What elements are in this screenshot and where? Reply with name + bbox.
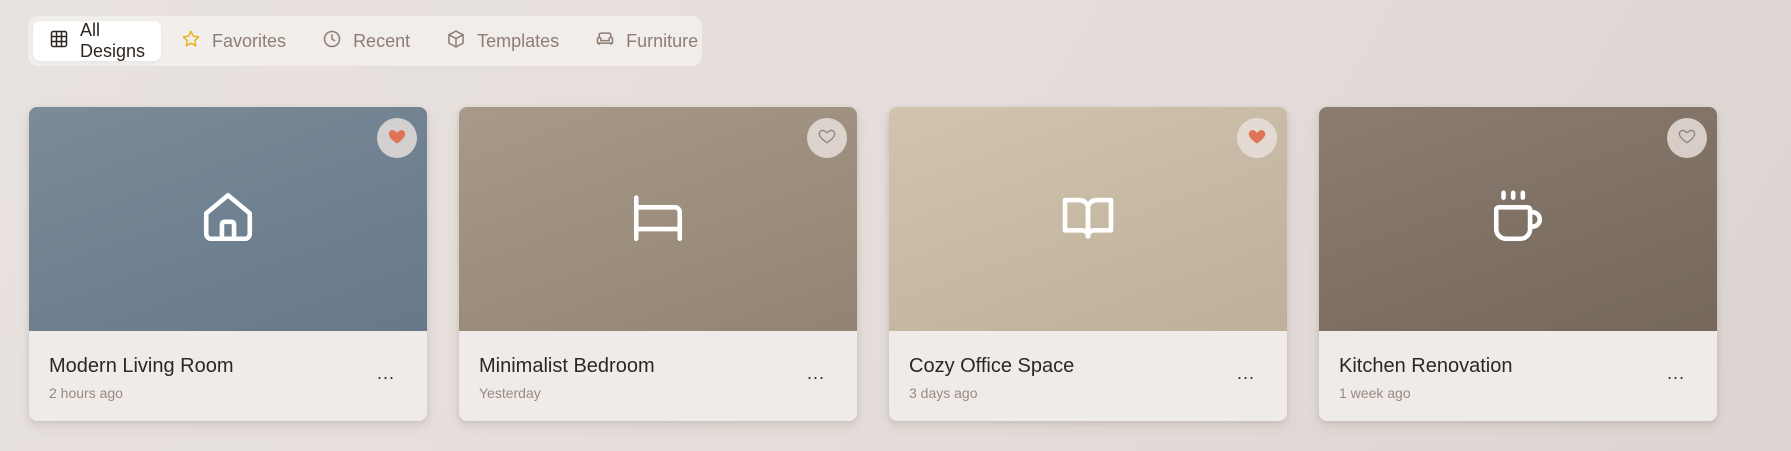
favorite-button[interactable] — [807, 118, 847, 158]
tab-recent[interactable]: Recent — [306, 21, 426, 61]
favorite-button[interactable] — [1667, 118, 1707, 158]
home-icon — [199, 188, 257, 251]
tab-templates[interactable]: Templates — [430, 21, 575, 61]
design-card[interactable]: Cozy Office Space 3 days ago ... — [889, 107, 1287, 421]
clock-icon — [322, 29, 342, 54]
card-timestamp: 3 days ago — [909, 385, 978, 401]
sofa-icon — [595, 29, 615, 54]
more-options-button[interactable]: ... — [1661, 361, 1691, 385]
heart-filled-icon — [1247, 126, 1267, 151]
card-thumbnail[interactable] — [459, 107, 857, 331]
cube-icon — [446, 29, 466, 54]
card-title: Minimalist Bedroom — [479, 355, 655, 377]
card-info: Cozy Office Space 3 days ago ... — [889, 331, 1287, 421]
design-card[interactable]: Modern Living Room 2 hours ago ... — [29, 107, 427, 421]
grid-icon — [49, 29, 69, 54]
card-timestamp: 2 hours ago — [49, 385, 123, 401]
card-info: Minimalist Bedroom Yesterday ... — [459, 331, 857, 421]
heart-outline-icon — [817, 126, 837, 151]
card-timestamp: Yesterday — [479, 385, 541, 401]
more-options-button[interactable]: ... — [371, 361, 401, 385]
bed-icon — [629, 188, 687, 251]
card-info: Modern Living Room 2 hours ago ... — [29, 331, 427, 421]
card-thumbnail[interactable] — [889, 107, 1287, 331]
card-info: Kitchen Renovation 1 week ago ... — [1319, 331, 1717, 421]
card-title: Cozy Office Space — [909, 355, 1075, 377]
card-thumbnail[interactable] — [1319, 107, 1717, 331]
tab-furniture[interactable]: Furniture — [579, 21, 714, 61]
design-filter-tabs: All Designs Favorites Recent Templates F… — [28, 16, 702, 66]
design-card[interactable]: Kitchen Renovation 1 week ago ... — [1319, 107, 1717, 421]
card-title: Kitchen Renovation — [1339, 355, 1513, 377]
tab-label: Favorites — [212, 30, 287, 51]
favorite-button[interactable] — [377, 118, 417, 158]
tab-label: Furniture — [626, 30, 699, 51]
heart-filled-icon — [387, 126, 407, 151]
star-icon — [181, 29, 201, 54]
tab-label: Recent — [353, 30, 411, 51]
heart-outline-icon — [1677, 126, 1697, 151]
tab-favorites[interactable]: Favorites — [165, 21, 302, 61]
tab-all-designs[interactable]: All Designs — [33, 20, 162, 61]
card-thumbnail[interactable] — [29, 107, 427, 331]
coffee-icon — [1489, 188, 1547, 251]
book-open-icon — [1059, 188, 1117, 251]
more-options-button[interactable]: ... — [1231, 361, 1261, 385]
favorite-button[interactable] — [1237, 118, 1277, 158]
card-title: Modern Living Room — [49, 355, 234, 377]
tab-label: All Designs — [80, 20, 146, 61]
card-timestamp: 1 week ago — [1339, 385, 1411, 401]
design-card-grid: Modern Living Room 2 hours ago ... Minim… — [29, 107, 1717, 421]
more-options-button[interactable]: ... — [801, 361, 831, 385]
design-card[interactable]: Minimalist Bedroom Yesterday ... — [459, 107, 857, 421]
tab-label: Templates — [477, 30, 560, 51]
